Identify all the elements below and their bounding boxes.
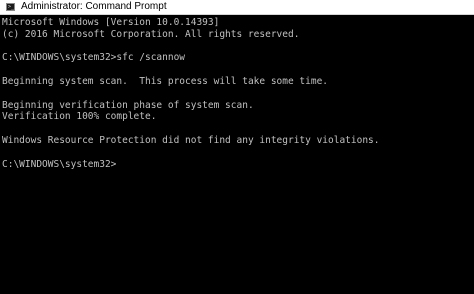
console-line: Windows Resource Protection did not find… bbox=[2, 134, 380, 146]
console-command-line: C:\WINDOWS\system32>sfc /scannow bbox=[2, 52, 186, 64]
console-line: Beginning system scan. This process will… bbox=[2, 75, 329, 87]
console-output[interactable]: Microsoft Windows [Version 10.0.14393] (… bbox=[0, 15, 474, 294]
window-title: Administrator: Command Prompt bbox=[21, 1, 167, 12]
console-prompt-line[interactable]: C:\WINDOWS\system32> bbox=[2, 159, 474, 171]
title-bar[interactable]: >_ Administrator: Command Prompt bbox=[0, 0, 474, 15]
console-line: Verification 100% complete. bbox=[2, 111, 157, 123]
command-prompt-window: >_ Administrator: Command Prompt Microso… bbox=[0, 0, 474, 294]
command-prompt-icon: >_ bbox=[6, 3, 15, 11]
console-line: (c) 2016 Microsoft Corporation. All righ… bbox=[2, 28, 300, 40]
console-line: Beginning verification phase of system s… bbox=[2, 99, 254, 111]
console-line: Microsoft Windows [Version 10.0.14393] bbox=[2, 17, 220, 28]
